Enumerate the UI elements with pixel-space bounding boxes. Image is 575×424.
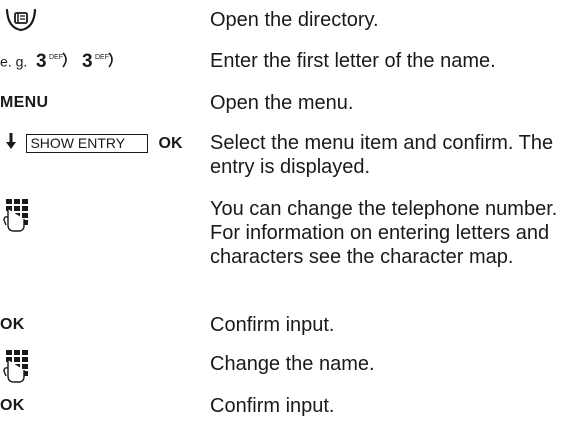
step-description: Change the name.: [210, 353, 375, 375]
step-description: Open the menu.: [210, 92, 354, 114]
menu-key-label: MENU: [0, 94, 49, 111]
arrow-down-icon: [4, 131, 18, 156]
keypad-icon: [2, 197, 38, 240]
ok-key-label: OK: [0, 397, 25, 414]
digit-key-3-icon: 3 DEF: [78, 49, 120, 76]
ok-key-label: OK: [158, 134, 183, 152]
key-digit: 3: [36, 51, 47, 71]
step-description: Enter the first letter of the name.: [210, 50, 496, 72]
directory-key-icon: [4, 6, 38, 39]
key-letters: DEF: [49, 54, 63, 61]
step-description: Open the directory.: [210, 9, 379, 31]
key-digit: 3: [82, 51, 93, 71]
keypad-icon: [2, 348, 38, 391]
step-description: Confirm input.: [210, 395, 335, 417]
example-keys: e. g. 3 DEF 3 DEF: [0, 49, 120, 76]
step-description: You can change the telephone number. For…: [210, 198, 558, 268]
step-description: Confirm input.: [210, 314, 335, 336]
key-letters: DEF: [95, 54, 109, 61]
step-description: Select the menu item and confirm. The en…: [210, 132, 554, 178]
example-label: e. g.: [0, 53, 28, 70]
digit-key-3-icon: 3 DEF: [32, 49, 74, 76]
menu-item-show-entry: SHOW ENTRY: [26, 134, 149, 153]
select-controls: SHOW ENTRY OK: [4, 131, 183, 156]
ok-key-label: OK: [0, 316, 25, 333]
